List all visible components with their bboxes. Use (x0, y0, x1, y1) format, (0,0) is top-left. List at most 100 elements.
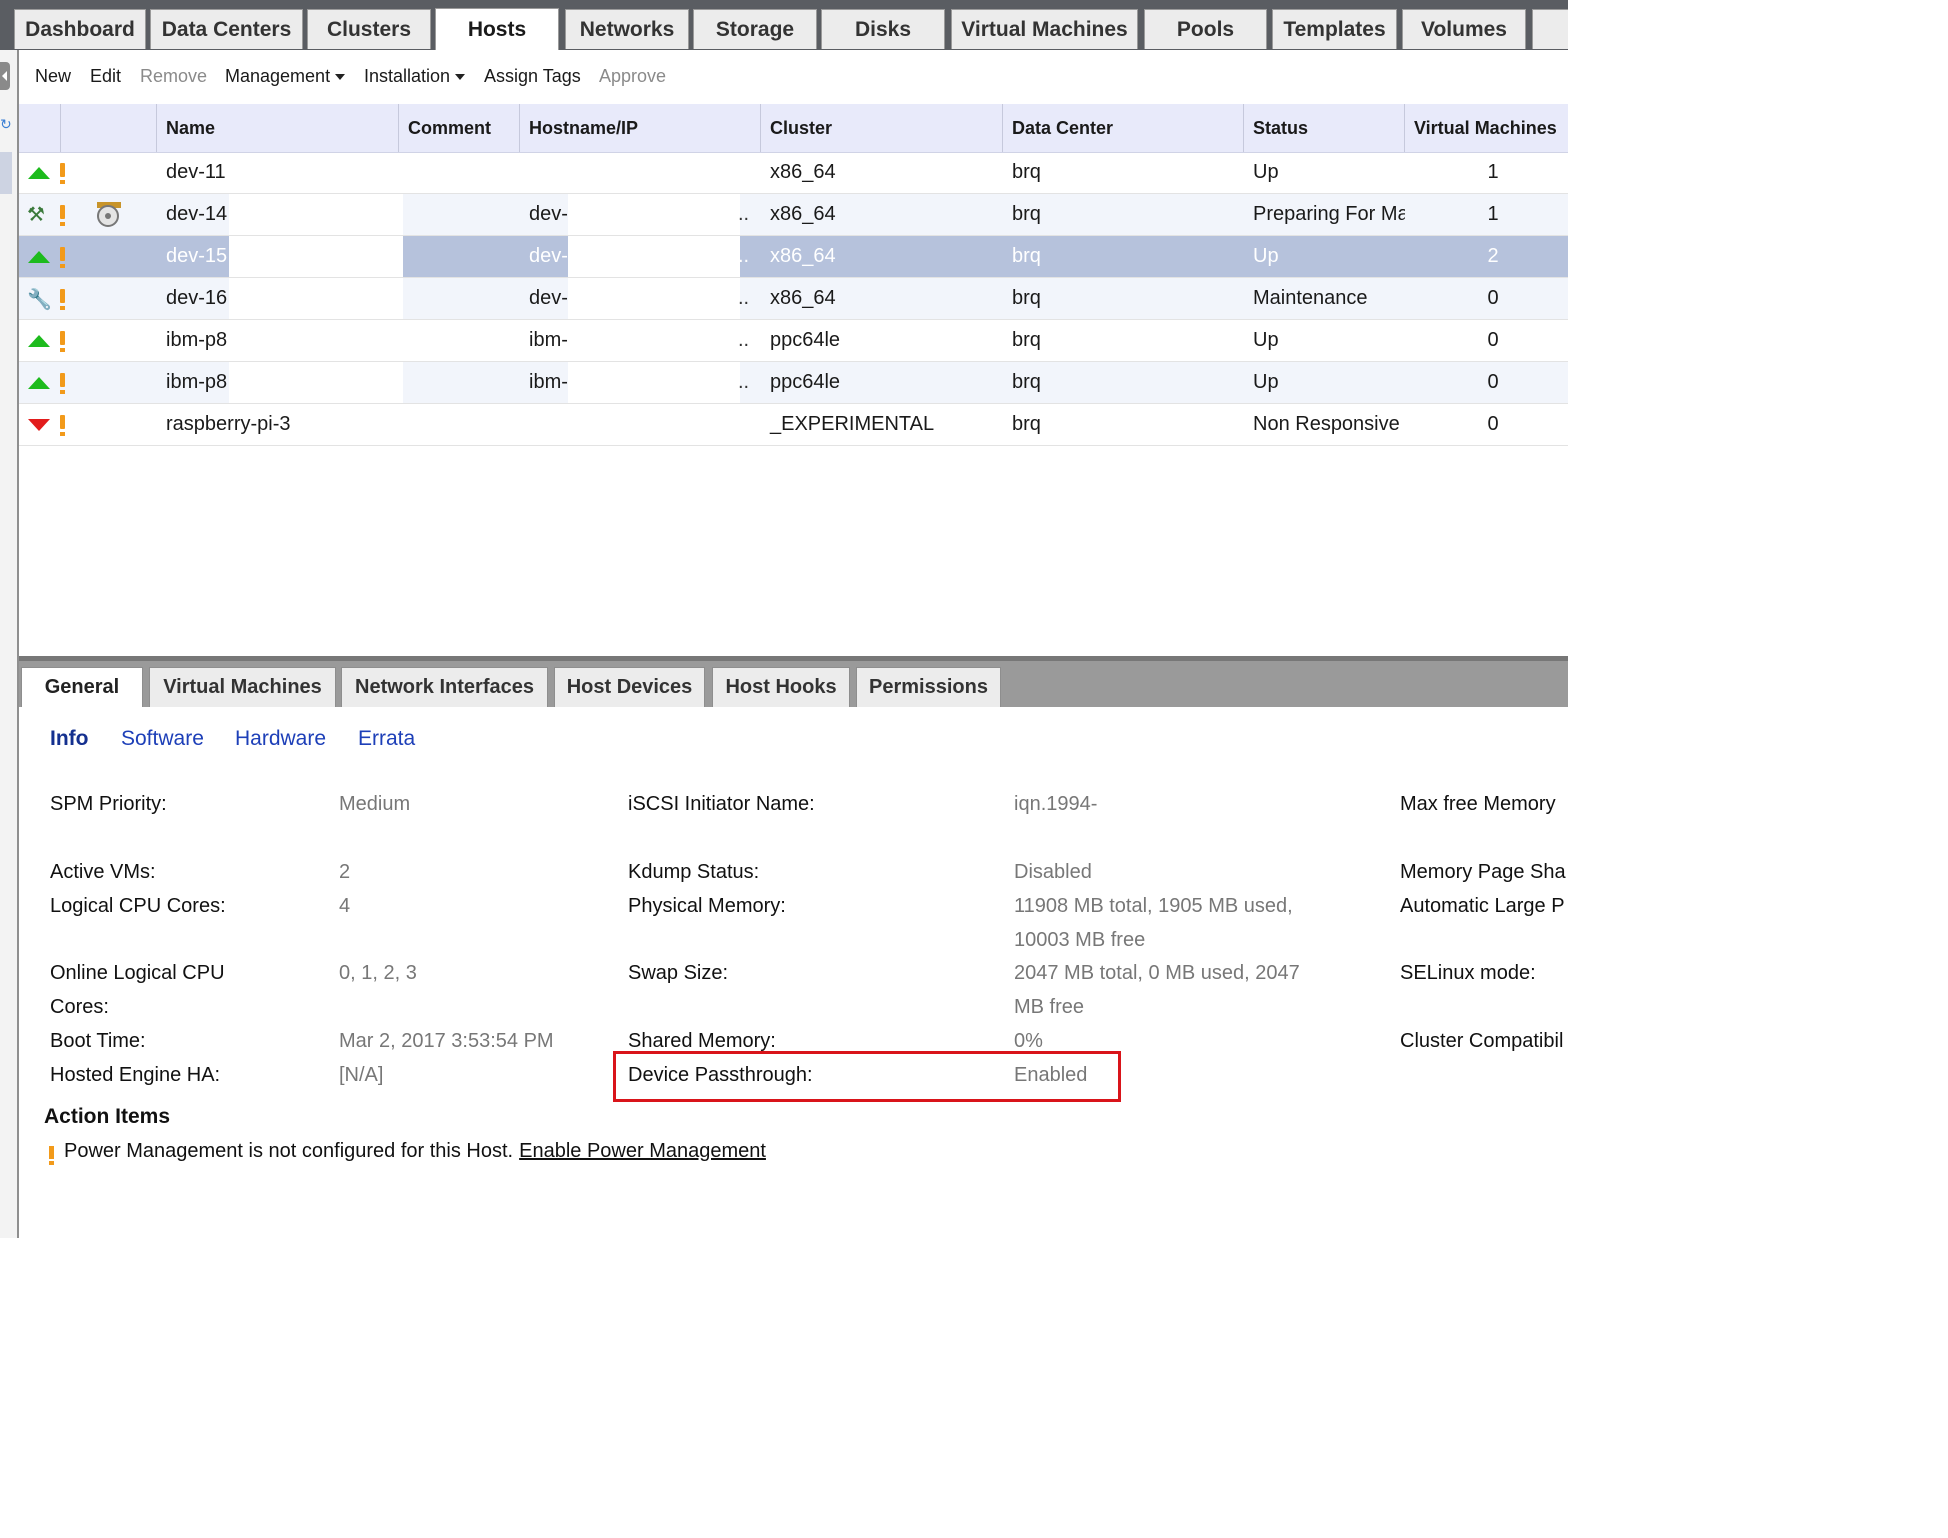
tab-disks[interactable]: Disks (821, 9, 945, 49)
tab-volumes[interactable]: Volumes (1402, 9, 1526, 49)
host-vm-count: 0 (1487, 413, 1499, 435)
hosted-engine-value: [N/A] (339, 1064, 384, 1086)
tab-pools[interactable]: Pools (1144, 9, 1267, 49)
swap-size-value-cont: MB free (1014, 996, 1085, 1018)
table-row[interactable]: ibm-p8 ibm- .. ppc64le brq Up 0 (19, 362, 1568, 404)
host-vm-count: 1 (1487, 161, 1499, 183)
max-free-memory-label: Max free Memory (1400, 793, 1556, 815)
table-row[interactable]: dev-15 dev- .. x86_64 brq Up 2 (19, 236, 1568, 278)
remove-button[interactable]: Remove (140, 66, 207, 87)
host-general-info: SPM Priority: Medium Active VMs: 2 Logic… (19, 762, 1568, 1238)
table-row[interactable]: 🔧 dev-16 dev- .. x86_64 brq Maintenance … (19, 278, 1568, 320)
subtab-hardware[interactable]: Hardware (235, 727, 326, 751)
boot-time-label: Boot Time: (50, 1030, 146, 1052)
warning-icon (49, 1146, 54, 1165)
col-comment[interactable]: Comment (399, 104, 520, 152)
host-data-center: brq (1012, 245, 1041, 267)
physical-memory-label: Physical Memory: (628, 895, 786, 917)
online-cpu-value: 0, 1, 2, 3 (339, 962, 417, 984)
tab-virtual-machines[interactable]: Virtual Machines (951, 9, 1138, 49)
col-data-center[interactable]: Data Center (1003, 104, 1244, 152)
col-name[interactable]: Name (157, 104, 399, 152)
host-status: Up (1253, 245, 1279, 267)
up-arrow-icon (28, 377, 50, 389)
host-cluster: _EXPERIMENTAL (770, 413, 935, 435)
table-row[interactable]: raspberry-pi-3 _EXPERIMENTAL brq Non Res… (19, 404, 1568, 446)
chevron-down-icon (455, 74, 466, 81)
host-hostname (520, 152, 761, 193)
physical-memory-value-cont: 10003 MB free (1014, 929, 1146, 951)
tab-networks[interactable]: Networks (565, 9, 689, 49)
tab-dashboard[interactable]: Dashboard (14, 9, 146, 49)
enable-power-management-link[interactable]: Enable Power Management (519, 1140, 766, 1162)
subtab-errata[interactable]: Errata (358, 727, 415, 751)
tab-storage[interactable]: Storage (693, 9, 817, 49)
subtab-info[interactable]: Info (50, 727, 88, 751)
host-status: Up (1253, 329, 1279, 351)
edit-button[interactable]: Edit (90, 66, 121, 87)
host-data-center: brq (1012, 413, 1041, 435)
approve-button[interactable]: Approve (599, 66, 666, 87)
down-arrow-icon (28, 419, 50, 431)
swap-size-value: 2047 MB total, 0 MB used, 2047 (1014, 962, 1300, 984)
action-item-message: Power Management is not configured for t… (64, 1140, 514, 1162)
host-data-center: brq (1012, 203, 1041, 225)
tab-templates[interactable]: Templates (1272, 9, 1397, 49)
installation-menu[interactable]: Installation (364, 66, 466, 87)
tab-host-devices[interactable]: Host Devices (554, 667, 705, 707)
host-cluster: ppc64le (770, 329, 841, 351)
tab-permissions[interactable]: Permissions (856, 667, 1001, 707)
redaction (229, 236, 403, 277)
tab-data-centers[interactable]: Data Centers (150, 9, 303, 49)
tab-general[interactable]: General (21, 667, 143, 707)
table-row[interactable]: dev-11 x86_64 brq Up 1 (19, 152, 1568, 194)
redaction (229, 278, 403, 319)
tab-clusters[interactable]: Clusters (307, 9, 431, 49)
col-status-icon[interactable] (19, 104, 61, 152)
subtab-software[interactable]: Software (121, 727, 204, 751)
col-hostname[interactable]: Hostname/IP (520, 104, 761, 152)
warning-icon (60, 205, 65, 226)
host-data-center: brq (1012, 371, 1041, 393)
truncation-ellipsis: .. (738, 371, 750, 393)
host-cluster: x86_64 (770, 203, 836, 225)
col-status[interactable]: Status (1244, 104, 1405, 152)
swap-size-label: Swap Size: (628, 962, 729, 984)
iscsi-value: iqn.1994- (1014, 793, 1098, 815)
hosted-engine-label: Hosted Engine HA: (50, 1064, 221, 1086)
host-status: Maintenance (1253, 287, 1368, 309)
truncation-ellipsis: .. (738, 245, 750, 267)
collapse-tree-icon[interactable] (0, 62, 10, 90)
warning-icon (60, 331, 65, 352)
redaction (568, 362, 740, 403)
host-vm-count: 1 (1487, 203, 1499, 225)
tab-network-interfaces[interactable]: Network Interfaces (341, 667, 548, 707)
truncation-ellipsis: .. (738, 203, 750, 225)
online-cpu-label-cont: Cores: (50, 996, 109, 1018)
table-row[interactable]: ibm-p8 ibm- .. ppc64le brq Up 0 (19, 320, 1568, 362)
boot-time-value: Mar 2, 2017 3:53:54 PM (339, 1030, 554, 1052)
truncation-ellipsis: .. (738, 287, 750, 309)
tab-host-hooks[interactable]: Host Hooks (712, 667, 850, 707)
tab-hosts[interactable]: Hosts (435, 8, 559, 50)
new-button[interactable]: New (35, 66, 71, 87)
management-menu[interactable]: Management (225, 66, 346, 87)
table-row[interactable]: ⚒ dev-14 dev- .. x86_64 brq Preparing Fo… (19, 194, 1568, 236)
action-item: Power Management is not configured for t… (49, 1134, 766, 1168)
redaction (568, 320, 740, 361)
host-vm-count: 0 (1487, 329, 1499, 351)
tree-refresh-icon[interactable]: ↻ (0, 116, 12, 132)
hosts-table: Name Comment Hostname/IP Cluster Data Ce… (19, 104, 1568, 656)
up-arrow-icon (28, 167, 50, 179)
col-virtual-machines[interactable]: Virtual Machines (1405, 104, 1568, 152)
col-cluster[interactable]: Cluster (761, 104, 1003, 152)
redaction (229, 362, 403, 403)
action-items-title: Action Items (44, 1105, 171, 1128)
tab-virtual-machines-detail[interactable]: Virtual Machines (149, 667, 336, 707)
redaction (568, 194, 740, 235)
host-vm-count: 0 (1487, 287, 1499, 309)
assign-tags-button[interactable]: Assign Tags (484, 66, 581, 87)
tab-overflow[interactable] (1532, 9, 1568, 49)
installation-label: Installation (364, 66, 451, 86)
col-extra-icon[interactable] (61, 104, 157, 152)
